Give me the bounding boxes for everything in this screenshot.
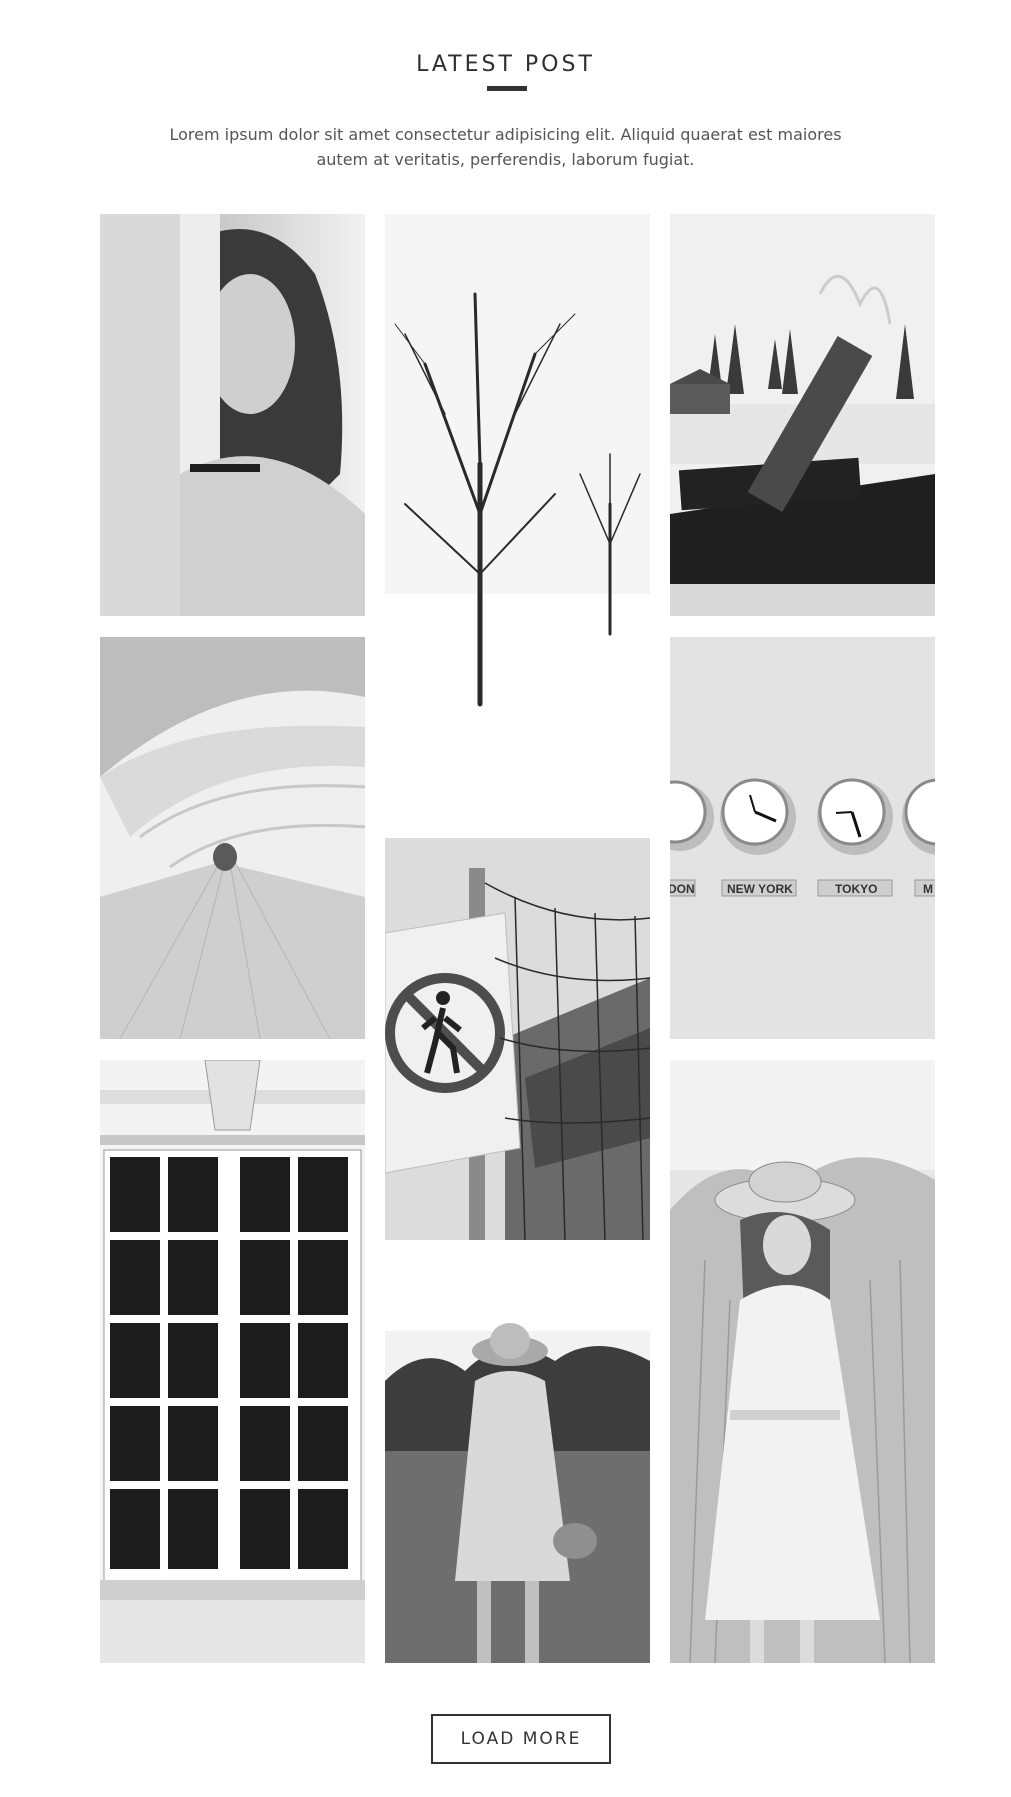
world-clocks-image: DON NEW YORK TOKYO M bbox=[670, 637, 935, 1039]
white-arches-image bbox=[100, 637, 365, 1039]
clock-label-new-york: NEW YORK bbox=[727, 882, 793, 896]
girl-straw-hat-back-image bbox=[385, 1261, 650, 1663]
girl-straw-hat-front-image bbox=[670, 1060, 935, 1663]
portrait-woman-image bbox=[100, 214, 365, 616]
load-more-button[interactable]: LOAD MORE bbox=[431, 1714, 611, 1764]
gallery-photo-campfire[interactable] bbox=[670, 214, 935, 616]
clock-label-tokyo: TOKYO bbox=[835, 882, 877, 896]
clock-label-london: DON bbox=[670, 882, 695, 896]
clock-label-fourth: M bbox=[923, 882, 933, 896]
gallery-photo-portrait-woman[interactable] bbox=[100, 214, 365, 616]
gallery-photo-girl-straw-hat-front[interactable] bbox=[670, 1060, 935, 1663]
bare-tree-image bbox=[385, 214, 650, 817]
gallery-photo-world-clocks[interactable]: DON NEW YORK TOKYO M bbox=[670, 637, 935, 1039]
title-underline bbox=[487, 86, 527, 91]
gallery-photo-no-pedestrian-sign[interactable] bbox=[385, 838, 650, 1240]
gallery-photo-girl-straw-hat-back[interactable] bbox=[385, 1261, 650, 1663]
gallery-photo-bare-tree[interactable] bbox=[385, 214, 650, 817]
no-pedestrian-sign-image bbox=[385, 838, 650, 1240]
campfire-image bbox=[670, 214, 935, 616]
section-intro: Lorem ipsum dolor sit amet consectetur a… bbox=[169, 125, 842, 169]
old-window-image bbox=[100, 1060, 365, 1663]
section-title: LATEST POST bbox=[416, 52, 595, 77]
gallery-photo-old-window[interactable] bbox=[100, 1060, 365, 1663]
gallery-photo-white-arches[interactable] bbox=[100, 637, 365, 1039]
